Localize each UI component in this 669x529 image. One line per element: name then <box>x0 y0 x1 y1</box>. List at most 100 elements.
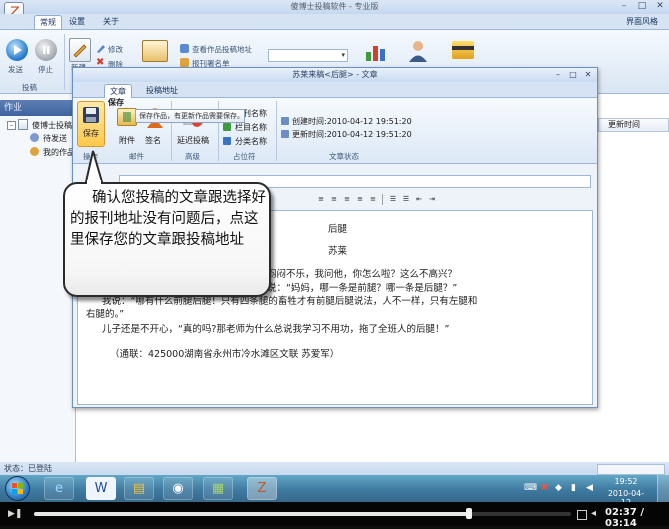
tray-network-icon[interactable]: ▮ <box>568 483 579 494</box>
view-address-button[interactable]: 查看作品投稿地址 <box>192 44 252 55</box>
placeholder-category-name[interactable]: 分类名称 <box>235 136 267 147</box>
numbered-list-icon[interactable]: ☰ <box>387 193 399 206</box>
close-button[interactable]: ✕ <box>651 0 669 12</box>
article-author: 苏莱 <box>328 246 348 257</box>
delay-submit-button[interactable]: 延迟投稿 <box>177 135 209 146</box>
updated-time: 更新时间:2010-04-12 19:51:20 <box>292 130 412 139</box>
left-panel-header: 作业 <box>0 100 75 116</box>
volume-icon[interactable]: ◂ <box>591 509 596 519</box>
tab-submit-address[interactable]: 投稿地址 <box>141 84 183 97</box>
fullscreen-icon[interactable] <box>577 510 587 520</box>
dialog-maximize-button[interactable]: □ <box>566 69 580 80</box>
view-address-icon <box>180 44 189 53</box>
app-icon[interactable]: ▦ <box>203 477 233 500</box>
indent-icon[interactable]: ⇥ <box>426 193 438 206</box>
seek-progress <box>34 512 469 516</box>
callout-text: 确认您投稿的文章跟选择好的报刊地址没有问题后，点这里保存您的文章跟投稿地址 <box>70 190 266 248</box>
clock-time[interactable]: 19:52 <box>604 477 648 486</box>
save-label: 保存 <box>83 129 99 138</box>
tree-item-pending[interactable]: 待发送 <box>43 133 67 144</box>
group-label-article-status: 文章状态 <box>329 152 359 161</box>
column-header-updated[interactable]: 更新时间 <box>598 118 669 132</box>
send-button[interactable]: 发送 <box>8 64 23 75</box>
statistics-icon[interactable] <box>364 40 388 62</box>
tray-volume-icon[interactable]: ◀ <box>584 483 595 494</box>
tray-security-icon[interactable]: ◆ <box>553 483 564 494</box>
bullet-list-icon[interactable]: ☰ <box>400 193 412 206</box>
stop-icon[interactable] <box>35 39 57 61</box>
maximize-button[interactable]: □ <box>633 0 651 12</box>
outdent-icon[interactable]: ⇤ <box>413 193 425 206</box>
taskbar: e W ▤ ◉ ▦ Z ⌨ ✖ ◆ ▮ ◀ 19:52 2010-04-12 <box>0 475 669 507</box>
filter-select[interactable]: ▾ <box>268 49 348 62</box>
save-button[interactable]: 保存 <box>77 101 105 147</box>
tree-item-root[interactable]: 傻博士投稿 <box>32 120 72 131</box>
article-title: 后腿 <box>328 224 348 235</box>
window-title: 傻博士投稿软件 - 专业版 <box>290 2 379 11</box>
status-bar: 状态：已登陆 <box>0 462 669 475</box>
article-line: （通联：425000湖南省永州市冷水滩区文联 苏爱军） <box>110 349 340 360</box>
article-line: 右腿的。” <box>86 309 125 320</box>
minimize-button[interactable]: – <box>615 0 633 12</box>
edit-button[interactable]: 修改 <box>108 44 123 55</box>
tree-collapse-toggle[interactable]: – <box>7 121 16 130</box>
explorer-icon[interactable]: ▤ <box>124 477 154 500</box>
updated-time-icon <box>281 130 289 138</box>
outbox-icon <box>30 133 39 142</box>
payment-card-icon[interactable] <box>452 41 474 59</box>
play-pause-icon[interactable]: ▶❚ <box>8 509 22 519</box>
show-desktop-button[interactable] <box>657 475 669 502</box>
chevron-down-icon: ▾ <box>341 51 345 59</box>
column-name-icon <box>223 123 231 131</box>
group-label-submit: 投稿 <box>22 83 37 92</box>
start-button[interactable] <box>5 476 30 501</box>
skin-menu[interactable]: 界面风格 <box>626 15 658 28</box>
align-justify-icon[interactable]: ≡ <box>367 193 379 206</box>
word-icon[interactable]: W <box>86 477 116 500</box>
dialog-ribbon: 保存 附件 签名 延迟投稿 报刊名称 栏目名称 分类名称 创建时间:2010-0… <box>73 98 597 164</box>
tab-article[interactable]: 文章 <box>104 84 132 98</box>
active-app-icon[interactable]: Z <box>247 477 277 500</box>
folder-icon <box>18 119 28 130</box>
browser-icon[interactable]: e <box>44 477 74 500</box>
placeholder-column-name[interactable]: 栏目名称 <box>235 122 267 133</box>
created-time: 创建时间:2010-04-12 19:51:20 <box>292 117 412 126</box>
seek-thumb[interactable] <box>466 508 472 519</box>
tray-keyboard-icon[interactable]: ⌨ <box>524 483 537 494</box>
dialog-tab-bar: 文章 投稿地址 <box>73 83 597 98</box>
stop-button[interactable]: 停止 <box>38 64 53 75</box>
media-icon[interactable]: ◉ <box>163 477 193 500</box>
align-left-icon[interactable]: ≡ <box>315 193 327 206</box>
attachment-button[interactable]: 附件 <box>119 135 135 146</box>
toolbar-divider <box>382 194 383 205</box>
dialog-close-button[interactable]: ✕ <box>581 69 595 80</box>
align-center-icon[interactable]: ≡ <box>328 193 340 206</box>
format-toolbar: ≡ ≡ ≡ ≡ ≡ ☰ ☰ ⇤ ⇥ <box>315 193 445 207</box>
group-label-advanced: 高级 <box>185 152 200 161</box>
tooltip-title: 保存 <box>108 98 124 107</box>
edit-icon[interactable] <box>96 43 106 53</box>
tree-item-my-works[interactable]: 我的作品 <box>43 147 75 158</box>
status-field <box>597 464 665 475</box>
tab-common[interactable]: 常规 <box>34 15 62 29</box>
tab-settings[interactable]: 设置 <box>64 15 90 28</box>
title-bar: 傻博士投稿软件 - 专业版 – □ ✕ <box>0 0 669 14</box>
created-time-icon <box>281 117 289 125</box>
dialog-title: 苏莱来稿<后腿> - 文章 <box>73 68 597 82</box>
tab-about[interactable]: 关于 <box>98 15 124 28</box>
new-icon[interactable] <box>69 38 91 62</box>
attachment-icon[interactable] <box>117 108 137 126</box>
video-player-bar: ▶❚ ◂ 02:37 / 03:14 <box>0 502 669 529</box>
tray-flag-icon[interactable]: ✖ <box>539 483 550 494</box>
address-book-icon[interactable] <box>142 40 168 62</box>
align-right-icon[interactable]: ≡ <box>341 193 353 206</box>
dialog-minimize-button[interactable]: – <box>551 69 565 80</box>
send-icon[interactable] <box>6 39 28 61</box>
user-icon[interactable] <box>406 39 430 63</box>
group-separator <box>276 101 277 161</box>
menu-bar: 常规 设置 关于 界面风格 <box>0 14 669 30</box>
article-line: 儿子还是不开心，“真的吗?那老师为什么总说我学习不用功，拖了全班人的后腿！” <box>102 324 450 335</box>
group-label-operation: 操作 <box>83 152 98 161</box>
signature-button[interactable]: 签名 <box>145 135 161 146</box>
justify-icon[interactable]: ≡ <box>354 193 366 206</box>
